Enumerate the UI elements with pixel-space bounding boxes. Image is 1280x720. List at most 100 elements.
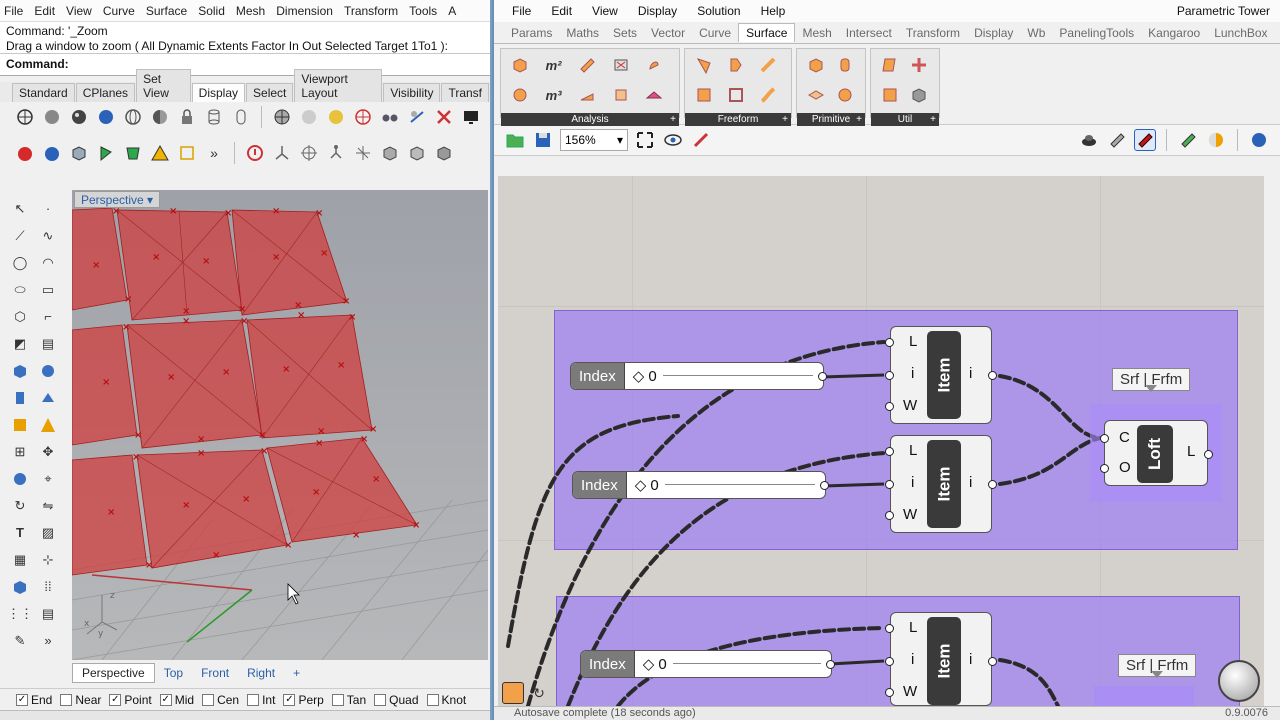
polygon-icon[interactable]: ⬡: [8, 304, 32, 329]
gh-tab-intersect[interactable]: Intersect: [839, 24, 899, 42]
freeform-3-icon[interactable]: [723, 52, 749, 78]
stop-icon[interactable]: [244, 142, 266, 164]
layout-icon[interactable]: ▤: [36, 601, 60, 626]
osnap-knot[interactable]: Knot: [426, 693, 466, 707]
gh-tab-curve[interactable]: Curve: [692, 24, 738, 42]
navigator-compass-icon[interactable]: [1218, 660, 1260, 702]
material-icon[interactable]: [1205, 129, 1227, 151]
dots-icon[interactable]: ⁞⁞: [36, 574, 60, 599]
warning-icon[interactable]: [149, 142, 171, 164]
extrude-icon[interactable]: ▤: [36, 331, 60, 356]
box-icon[interactable]: [68, 142, 90, 164]
arc-icon[interactable]: ◠: [36, 250, 60, 275]
input-port[interactable]: [885, 480, 894, 489]
viewport-tab-front[interactable]: Front: [192, 664, 238, 682]
gh-tab-surface[interactable]: Surface: [738, 23, 796, 42]
preview-wire-icon[interactable]: [1078, 129, 1100, 151]
gh-tab-vector[interactable]: Vector: [644, 24, 692, 42]
preview-shaded-icon[interactable]: [1106, 129, 1128, 151]
more-icon[interactable]: »: [203, 142, 225, 164]
list-item-component[interactable]: L i W Item i: [890, 612, 992, 706]
input-port[interactable]: [885, 338, 894, 347]
gh-tab-kangaroo[interactable]: Kangaroo: [1141, 24, 1207, 42]
zoom-select[interactable]: 156% ▾: [560, 129, 628, 151]
checkbox[interactable]: [374, 693, 387, 706]
surface-icon[interactable]: ◩: [8, 331, 32, 356]
menu-item-tools[interactable]: Tools: [409, 4, 437, 18]
ghosted-icon[interactable]: [95, 106, 117, 128]
gh-tab-sets[interactable]: Sets: [606, 24, 644, 42]
fillet-icon[interactable]: ⌐: [36, 304, 60, 329]
grid-icon[interactable]: ▦: [8, 547, 32, 572]
input-port[interactable]: [885, 447, 894, 456]
cylinder-icon[interactable]: [203, 106, 225, 128]
osnap-quad[interactable]: Quad: [374, 693, 419, 707]
rendered-icon[interactable]: [68, 106, 90, 128]
add-viewport-tab-icon[interactable]: +: [284, 664, 309, 682]
checkbox[interactable]: [202, 693, 215, 706]
area-icon[interactable]: m²: [541, 52, 567, 78]
util-3-icon[interactable]: [906, 52, 932, 78]
point-icon[interactable]: ·: [36, 196, 60, 221]
save-file-icon[interactable]: [532, 129, 554, 151]
brep-closest-icon[interactable]: [574, 52, 600, 78]
monitor-icon[interactable]: [460, 106, 482, 128]
menu-item-transform[interactable]: Transform: [344, 4, 398, 18]
viewport-title[interactable]: Perspective ▾: [74, 191, 161, 208]
snap-icon[interactable]: ⊹: [36, 547, 60, 572]
box-analysis-icon[interactable]: [507, 52, 533, 78]
osnap-cen[interactable]: Cen: [202, 693, 239, 707]
prim-sphere-icon[interactable]: [832, 82, 858, 108]
gh-menu-solution[interactable]: Solution: [697, 4, 740, 18]
input-port[interactable]: [885, 511, 894, 520]
ellipse-icon[interactable]: ⬭: [8, 277, 32, 302]
globe-settings-icon[interactable]: [1248, 129, 1270, 151]
osculating-icon[interactable]: [641, 82, 667, 108]
prim-cylinder-icon[interactable]: [832, 52, 858, 78]
menu-item-a[interactable]: A: [448, 4, 456, 18]
bake-icon[interactable]: [1177, 129, 1199, 151]
canvas-widget-orange-icon[interactable]: [502, 682, 524, 704]
dimensions-icon[interactable]: [608, 82, 634, 108]
menu-item-dimension[interactable]: Dimension: [276, 4, 333, 18]
select-arrow-icon[interactable]: ↖: [8, 196, 32, 221]
gh-tab-mesh[interactable]: Mesh: [795, 24, 838, 42]
list-item-component[interactable]: L i W Item i: [890, 326, 992, 424]
gh-tab-params[interactable]: Params: [504, 24, 559, 42]
shaded-icon[interactable]: [41, 106, 63, 128]
sketch-icon[interactable]: [690, 129, 712, 151]
checkbox[interactable]: [247, 693, 260, 706]
toolbar-tab-transf[interactable]: Transf: [441, 83, 489, 102]
slider-output-port[interactable]: [818, 372, 827, 381]
gh-tab-panelingtools[interactable]: PanelingTools: [1052, 24, 1141, 42]
transform-tool-icon[interactable]: [8, 412, 32, 437]
freeform-5-icon[interactable]: [755, 52, 781, 78]
circle-icon[interactable]: ◯: [8, 250, 32, 275]
toolbar-tab-cplanes[interactable]: CPlanes: [75, 83, 136, 102]
array-icon[interactable]: ⊞: [8, 439, 32, 464]
toolbar-tab-display[interactable]: Display: [191, 83, 246, 102]
capsule-icon[interactable]: [230, 106, 252, 128]
gh-tab-wb[interactable]: Wb: [1020, 24, 1052, 42]
output-port[interactable]: [1204, 450, 1213, 459]
gh-menu-edit[interactable]: Edit: [551, 4, 572, 18]
zoom-extents-icon[interactable]: [634, 129, 656, 151]
cube-view2-icon[interactable]: [406, 142, 428, 164]
deconstruct-icon[interactable]: [641, 52, 667, 78]
slider-output-port[interactable]: [820, 481, 829, 490]
output-port[interactable]: [988, 657, 997, 666]
globe-icon[interactable]: [271, 106, 293, 128]
checkbox[interactable]: [331, 693, 344, 706]
evaluate-icon[interactable]: [608, 52, 634, 78]
light-icon[interactable]: [325, 106, 347, 128]
mesh-tool-icon[interactable]: [36, 385, 60, 410]
mirror-icon[interactable]: ⇋: [36, 493, 60, 518]
volume-icon[interactable]: m³: [541, 82, 567, 108]
sphere-icon[interactable]: [298, 106, 320, 128]
menu-item-view[interactable]: View: [66, 4, 92, 18]
input-port[interactable]: [1100, 434, 1109, 443]
viewport-tab-perspective[interactable]: Perspective: [72, 663, 155, 683]
move-icon[interactable]: ✥: [36, 439, 60, 464]
input-port[interactable]: [1100, 464, 1109, 473]
brep-edges-icon[interactable]: [574, 82, 600, 108]
